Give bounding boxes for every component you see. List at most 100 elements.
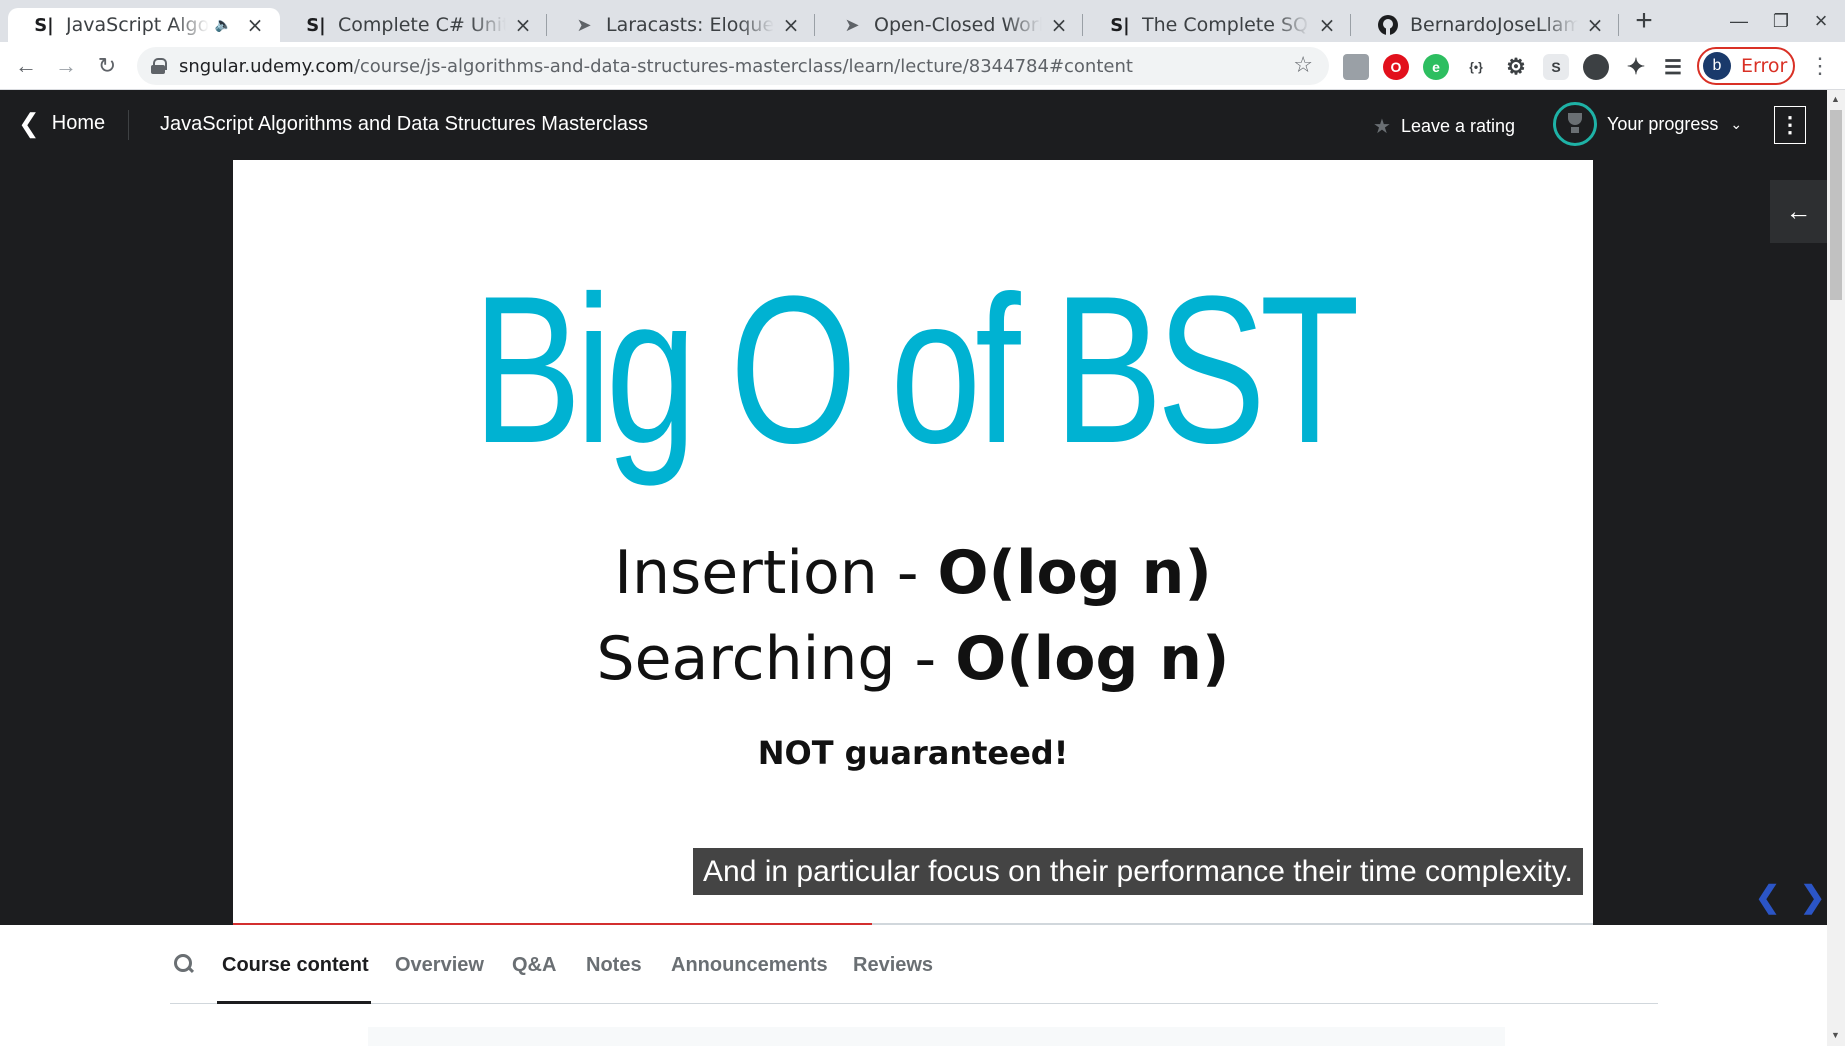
bookmark-star-icon[interactable]: ☆ [1293,53,1313,78]
tab-title: Open-Closed Workshop [874,14,1042,36]
video-progress-bar[interactable] [233,923,1593,925]
paper-plane-icon: ➤ [844,14,860,36]
search-icon[interactable] [174,954,194,974]
tab-open-closed-workshop[interactable]: ➤ Open-Closed Workshop × [816,8,1084,42]
minimize-window-icon[interactable]: — [1724,6,1754,36]
s-extension-icon[interactable]: S [1543,54,1569,80]
tab-close-icon[interactable]: × [512,13,534,37]
course-tabs: Course content Overview Q&A Notes Announ… [170,926,1658,1004]
scroll-down-arrow-icon[interactable]: ▼ [1831,1030,1840,1040]
tab-title: The Complete SQL Bootcamp [1142,14,1310,36]
tab-close-icon[interactable]: × [780,13,802,37]
slide-insertion-line: Insertion - O(log n) [233,538,1593,608]
video-player[interactable]: Big O of BST Insertion - O(log n) Search… [0,160,1827,925]
profile-error-button[interactable]: b Error [1697,47,1795,85]
leave-rating-button[interactable]: ★ Leave a rating [1373,114,1515,139]
restore-window-icon[interactable]: ❐ [1766,6,1796,36]
home-link[interactable]: ❮ Home [18,110,105,136]
tab-reviews[interactable]: Reviews [853,954,933,977]
tab-title: Complete C# Unity Game Developer 2D [338,14,506,36]
browser-toolbar: ← → ↻ sngular.udemy.com/course/js-algori… [0,42,1845,90]
next-lecture-icon[interactable]: ❯ [1800,880,1825,915]
json-formatter-icon[interactable]: {•} [1463,54,1489,80]
close-window-icon[interactable]: × [1806,6,1836,36]
course-header: ❮ Home JavaScript Algorithms and Data St… [0,90,1827,160]
your-progress-button[interactable]: Your progress ⌄ [1553,102,1742,146]
leave-rating-label: Leave a rating [1400,116,1516,136]
lecture-slide: Big O of BST Insertion - O(log n) Search… [233,160,1825,925]
chevron-left-icon: ❮ [18,108,40,138]
progress-label: Your progress [1607,113,1719,134]
url-host: sngular.udemy.com [179,55,354,77]
chevron-down-icon: ⌄ [1730,115,1743,132]
tab-title: BernardoJoseLlamas [1410,14,1578,36]
progress-ring [1553,102,1597,146]
searching-complexity: O(log n) [955,624,1230,694]
audio-playing-icon[interactable]: 🔈 [215,17,232,33]
header-divider [128,110,129,140]
paper-plane-icon: ➤ [576,14,592,36]
puzzle-extensions-icon[interactable]: ✦ [1623,54,1649,80]
tab-github[interactable]: BernardoJoseLlamas × [1352,8,1620,42]
extension-cube-icon[interactable] [1343,54,1369,80]
tab-title: JavaScript Algorithms and Data Structure… [66,14,209,36]
udemy-favicon-icon: S| [34,14,54,36]
tab-close-icon[interactable]: × [1316,13,1338,37]
course-title[interactable]: JavaScript Algorithms and Data Structure… [160,113,648,136]
active-tab-underline [217,1001,371,1004]
course-content-panel [368,1027,1505,1046]
home-label: Home [51,111,106,134]
slide-searching-line: Searching - O(log n) [233,624,1593,694]
tab-csharp-unity[interactable]: S| Complete C# Unity Game Developer 2D × [280,8,548,42]
avatar: b [1703,52,1731,80]
gear-extension-icon[interactable]: ⚙ [1503,54,1529,80]
tab-qa[interactable]: Q&A [512,954,556,977]
slide-note: NOT guaranteed! [757,734,1069,772]
tab-separator [1618,14,1619,36]
scrollbar-thumb[interactable] [1830,110,1842,300]
forward-arrow-icon[interactable]: → [50,50,82,82]
reload-icon[interactable]: ↻ [91,50,123,82]
url-path: /course/js-algorithms-and-data-structure… [353,55,1133,77]
open-sidebar-arrow-icon[interactable]: ← [1770,180,1827,243]
tab-laracasts[interactable]: ➤ Laracasts: Eloquent Relationships × [548,8,816,42]
github-icon [1376,13,1400,37]
tab-sql-bootcamp[interactable]: S| The Complete SQL Bootcamp × [1084,8,1352,42]
tab-notes[interactable]: Notes [586,954,642,977]
previous-lecture-icon[interactable]: ❮ [1755,880,1780,915]
scroll-up-arrow-icon[interactable]: ▲ [1831,94,1840,104]
dark-mode-icon[interactable] [1583,54,1609,80]
more-options-icon[interactable]: ⋮ [1774,106,1806,144]
lock-icon[interactable] [151,58,167,74]
tab-announcements[interactable]: Announcements [671,954,828,977]
back-arrow-icon[interactable]: ← [10,50,42,82]
tab-close-icon[interactable]: × [1048,13,1070,37]
slide-title: Big O of BST [472,252,1360,487]
insertion-label: Insertion - [614,538,938,608]
tab-javascript-algorithms[interactable]: S| JavaScript Algorithms and Data Struct… [8,8,280,42]
tab-course-content[interactable]: Course content [222,954,369,977]
address-bar[interactable]: sngular.udemy.com/course/js-algorithms-a… [137,47,1329,85]
browser-menu-icon[interactable]: ⋮ [1808,52,1832,82]
browser-tab-strip: S| JavaScript Algorithms and Data Struct… [0,0,1845,42]
tab-close-icon[interactable]: × [1584,13,1606,37]
searching-label: Searching - [596,624,956,694]
subtitle-caption: And in particular focus on their perform… [693,848,1583,895]
tab-separator [814,14,815,36]
udemy-favicon-icon: S| [1110,14,1130,36]
evernote-icon[interactable]: e [1423,54,1449,80]
page-scrollbar[interactable]: ▲ ▼ [1827,90,1845,1046]
tab-close-icon[interactable]: × [244,13,266,37]
opera-red-icon[interactable]: O [1383,54,1409,80]
video-progress-fill [233,923,873,925]
profile-status: Error [1741,55,1788,77]
star-icon: ★ [1373,116,1391,138]
tab-separator [546,14,547,36]
tab-title: Laracasts: Eloquent Relationships [606,14,774,36]
insertion-complexity: O(log n) [937,538,1212,608]
slide-navigation: ❮ ❯ [1755,880,1825,915]
tab-separator [1082,14,1083,36]
media-queue-icon[interactable]: ☰ [1660,54,1686,80]
tab-overview[interactable]: Overview [395,954,484,977]
new-tab-plus-icon[interactable]: + [1629,6,1659,36]
